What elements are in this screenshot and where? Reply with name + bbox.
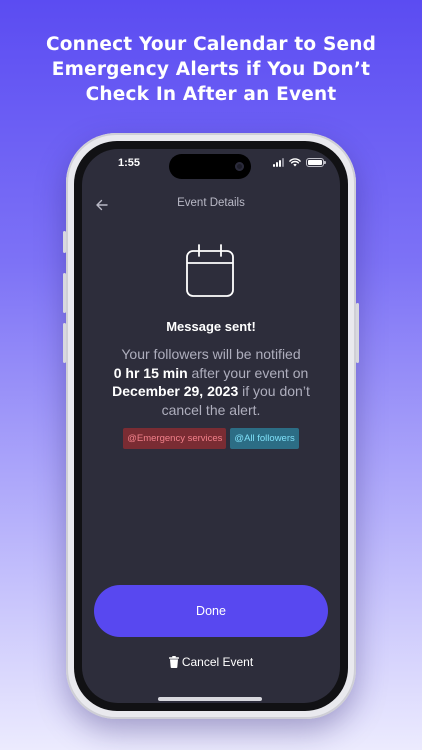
message-line-4: cancel the alert. bbox=[161, 401, 261, 418]
home-indicator[interactable] bbox=[158, 697, 262, 701]
done-button[interactable]: Done bbox=[94, 585, 328, 637]
wifi-icon bbox=[289, 158, 301, 167]
headline-line-1: Connect Your Calendar to Send bbox=[45, 34, 377, 55]
delay-duration: 0 hr 15 min bbox=[113, 364, 188, 381]
message-body: Your followers will be notified 0 hr 15 … bbox=[90, 345, 332, 419]
message-title: Message sent! bbox=[166, 319, 256, 334]
message-suffix: if you don’t bbox=[238, 383, 310, 399]
event-date: December 29, 2023 bbox=[112, 383, 239, 399]
camera-icon bbox=[235, 162, 244, 171]
volume-up-button bbox=[63, 273, 66, 313]
dynamic-island bbox=[169, 154, 251, 179]
message-line-2: 0 hr 15 min after your event on bbox=[90, 364, 332, 383]
headline-line-2: Emergency Alerts if You Don’t bbox=[51, 59, 371, 80]
status-icons bbox=[273, 158, 326, 167]
cancel-event-button[interactable]: Cancel Event bbox=[82, 655, 340, 669]
promo-headline: Connect Your Calendar to Send Emergency … bbox=[0, 32, 422, 107]
status-bar: 1:55 bbox=[82, 149, 340, 183]
power-button bbox=[356, 303, 359, 363]
volume-down-button bbox=[63, 323, 66, 363]
phone-frame: 1:55 Event Details Message sent! Your fo… bbox=[63, 133, 359, 719]
message-after-text: after your event on bbox=[187, 364, 309, 381]
cancel-event-label: Cancel Event bbox=[181, 655, 254, 669]
battery-icon bbox=[306, 158, 326, 167]
tag-all-followers: @All followers bbox=[230, 428, 299, 449]
tag-emergency-services: @Emergency services bbox=[123, 428, 227, 449]
message-line-1: Your followers will be notified bbox=[121, 346, 301, 362]
trash-icon bbox=[168, 656, 179, 668]
headline-line-3: Check In After an Event bbox=[85, 84, 337, 105]
cellular-signal-icon bbox=[273, 158, 284, 167]
message-line-3: December 29, 2023 if you don’t bbox=[90, 382, 332, 401]
page-title: Event Details bbox=[177, 197, 245, 209]
status-time: 1:55 bbox=[118, 157, 141, 169]
app-screen: 1:55 Event Details Message sent! Your fo… bbox=[82, 149, 340, 703]
navigation-bar: Event Details bbox=[82, 193, 340, 217]
recipient-tags: @Emergency services @All followers bbox=[82, 428, 340, 449]
calendar-icon bbox=[186, 244, 234, 297]
action-button bbox=[63, 231, 66, 253]
